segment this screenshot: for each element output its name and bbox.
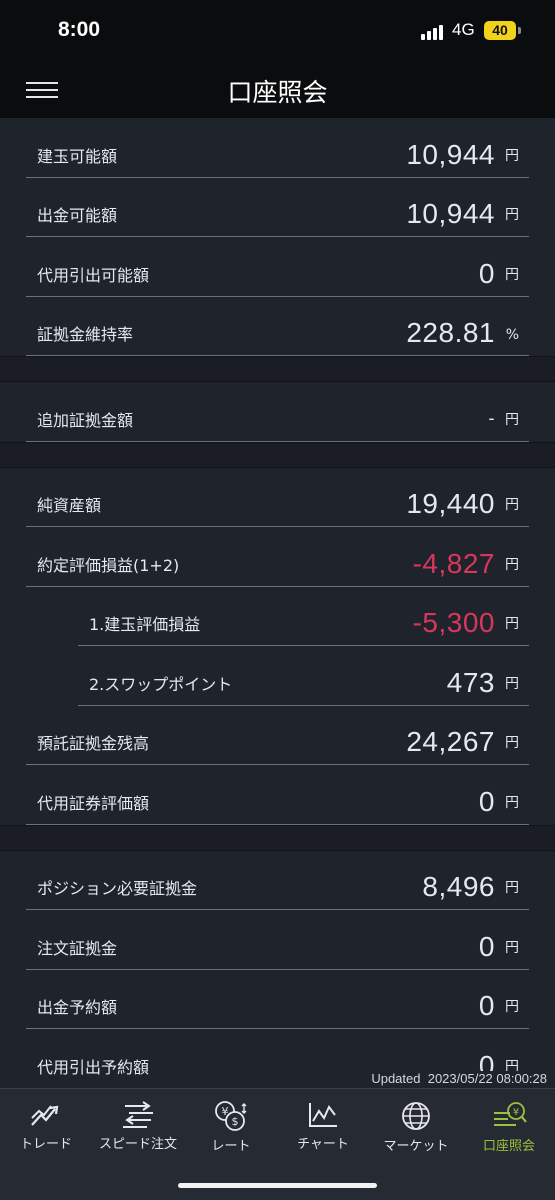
row-label: 代用引出可能額	[37, 265, 150, 285]
row-value: 473	[446, 666, 495, 698]
row-label: 2.スワップポイント	[89, 674, 233, 694]
tab-label: マーケット	[383, 1139, 449, 1154]
status-time: 8:00	[58, 18, 101, 41]
section-divider	[0, 356, 555, 382]
row-unit: 円	[505, 999, 519, 1015]
tab-label: トレード	[19, 1137, 72, 1152]
row-substitute-withdrawable: 代用引出可能額 0 円	[26, 237, 529, 297]
updated-label: Updated	[371, 1071, 421, 1086]
row-unit: 円	[505, 266, 519, 283]
row-unit: 円	[505, 147, 519, 164]
row-unit: 円	[505, 880, 519, 896]
row-label: 証拠金維持率	[37, 325, 134, 344]
row-unit: 円	[505, 939, 519, 956]
row-label: 純資産額	[37, 496, 102, 515]
row-unit: 円	[505, 207, 519, 223]
tab-label: 口座照会	[482, 1139, 535, 1154]
tab-label: スピード注文	[98, 1137, 177, 1152]
section-required-margin: ポジション必要証拠金 8,496 円 注文証拠金 0 円 出金予約額 0 円 代…	[0, 851, 555, 1088]
battery-level: 40	[492, 22, 508, 38]
battery-icon: 40	[484, 21, 516, 40]
section-net-assets: 純資産額 19,440 円 約定評価損益(1+2) -4,827 円 1.建玉評…	[0, 468, 555, 825]
tab-label: レート	[211, 1139, 251, 1154]
row-label: 約定評価損益(1+2)	[37, 555, 180, 575]
account-summary-list[interactable]: 建玉可能額 10,944 円 出金可能額 10,944 円 代用引出可能額 0 …	[0, 118, 555, 1088]
row-value: 0	[478, 257, 495, 289]
row-unit: 円	[505, 497, 519, 513]
tab-market[interactable]: マーケット	[370, 1097, 462, 1157]
home-indicator	[178, 1183, 377, 1188]
app-header: 口座照会	[0, 60, 555, 118]
row-label: ポジション必要証拠金	[37, 879, 198, 898]
row-label: 注文証拠金	[37, 938, 118, 958]
row-unit: 円	[505, 411, 519, 428]
section-additional-margin: 追加証拠金額 - 円	[0, 382, 555, 442]
tab-trade[interactable]: トレード	[0, 1097, 92, 1157]
row-additional-margin: 追加証拠金額 - 円	[26, 382, 529, 442]
row-value: 10,944	[406, 138, 495, 170]
tab-account[interactable]: ¥ 口座照会	[463, 1097, 555, 1157]
updated-timestamp: Updated 2023/05/22 08:00:28	[371, 1071, 547, 1086]
tab-chart[interactable]: チャート	[277, 1097, 369, 1157]
row-value: 0	[478, 930, 495, 962]
rate-icon: ¥ $	[215, 1101, 247, 1131]
row-unit: 円	[505, 675, 519, 692]
row-label: 預託証拠金残高	[37, 734, 150, 753]
tab-label: チャート	[297, 1137, 349, 1152]
page-title: 口座照会	[227, 78, 328, 107]
row-deposit-balance: 預託証拠金残高 24,267 円	[26, 706, 529, 765]
speed-order-icon	[123, 1101, 153, 1128]
tab-speed-order[interactable]: スピード注文	[92, 1097, 184, 1157]
section-margin-capacity: 建玉可能額 10,944 円 出金可能額 10,944 円 代用引出可能額 0 …	[0, 118, 555, 356]
row-value: 8,496	[422, 871, 495, 902]
row-net-assets: 純資産額 19,440 円	[26, 468, 529, 527]
row-position-pl: 1.建玉評価損益 -5,300 円	[78, 587, 529, 646]
row-unrealized-pl-total: 約定評価損益(1+2) -4,827 円	[26, 527, 529, 587]
row-position-capacity: 建玉可能額 10,944 円	[26, 118, 529, 178]
row-unit: 円	[505, 616, 519, 632]
section-divider	[0, 441, 555, 468]
row-unit: %	[505, 327, 519, 343]
row-unit: 円	[505, 794, 519, 811]
row-withdrawal-reserved: 出金予約額 0 円	[26, 970, 529, 1029]
row-value: 0	[478, 785, 495, 817]
row-value: -	[488, 407, 495, 428]
row-position-required-margin: ポジション必要証拠金 8,496 円	[26, 851, 529, 910]
account-icon: ¥	[494, 1102, 527, 1126]
row-label: 建玉可能額	[37, 146, 118, 166]
row-label: 出金可能額	[37, 206, 118, 225]
row-unit: 円	[505, 735, 519, 751]
trade-icon	[31, 1105, 59, 1126]
globe-icon	[402, 1102, 430, 1130]
svg-text:¥: ¥	[513, 1107, 519, 1118]
row-substitute-securities: 代用証券評価額 0 円	[26, 765, 529, 825]
row-label: 追加証拠金額	[37, 410, 134, 430]
status-bar: 8:00 4G 40	[0, 0, 555, 60]
row-value: 24,267	[406, 726, 495, 757]
row-swap-points: 2.スワップポイント 473 円	[78, 646, 529, 706]
row-label: 代用引出予約額	[37, 1057, 150, 1077]
tab-rate[interactable]: ¥ $ レート	[185, 1097, 277, 1157]
row-order-margin: 注文証拠金 0 円	[26, 910, 529, 970]
network-type: 4G	[452, 20, 475, 39]
chart-icon	[309, 1103, 337, 1127]
signal-icon	[421, 24, 447, 40]
row-label: 代用証券評価額	[37, 793, 150, 813]
row-value: 10,944	[406, 198, 495, 229]
battery-tip	[518, 27, 521, 34]
row-withdrawable: 出金可能額 10,944 円	[26, 178, 529, 237]
row-value: -5,300	[412, 607, 495, 638]
row-value: 228.81	[406, 317, 495, 348]
row-value: -4,827	[412, 547, 495, 579]
row-value: 19,440	[406, 488, 495, 519]
row-label: 1.建玉評価損益	[89, 615, 201, 634]
svg-text:$: $	[232, 1115, 239, 1128]
updated-datetime: 2023/05/22 08:00:28	[427, 1071, 547, 1086]
row-label: 出金予約額	[37, 998, 118, 1017]
section-divider	[0, 824, 555, 851]
row-margin-ratio: 証拠金維持率 228.81 %	[26, 297, 529, 356]
row-unit: 円	[505, 556, 519, 573]
row-value: 0	[478, 990, 495, 1021]
